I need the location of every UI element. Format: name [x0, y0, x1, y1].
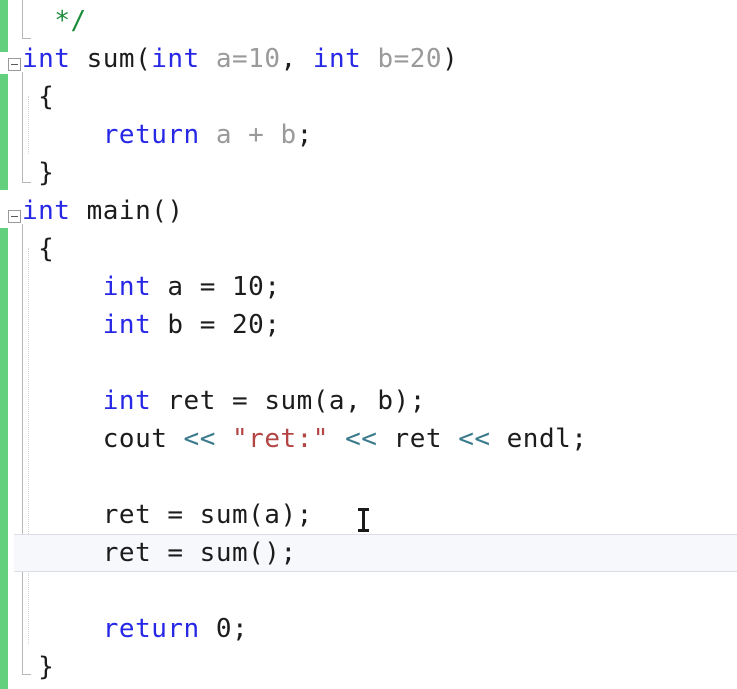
code-token: ret = sum(); — [22, 538, 297, 568]
code-token: << — [183, 424, 216, 454]
code-token: ret = sum(a); — [22, 500, 313, 530]
code-token: << — [345, 424, 378, 454]
ibeam-cap-bottom — [358, 529, 369, 532]
code-line[interactable]: int sum(int a=10, int b=20) — [0, 40, 737, 78]
code-token: << — [458, 424, 491, 454]
code-token: b = 20; — [151, 310, 281, 340]
code-line[interactable]: int b = 20; — [0, 306, 737, 344]
code-token: a — [215, 120, 233, 150]
code-line[interactable]: { — [0, 230, 737, 268]
code-token: b — [280, 120, 297, 150]
code-token: ret — [377, 424, 459, 454]
code-token: b=20 — [377, 44, 443, 74]
code-token: a = 10; — [151, 272, 281, 302]
code-token: int — [102, 386, 152, 416]
code-token: { — [22, 82, 55, 112]
code-line[interactable]: int ret = sum(a, b); — [0, 382, 737, 420]
code-line[interactable] — [0, 572, 737, 610]
code-line[interactable] — [0, 344, 737, 382]
code-line[interactable]: { — [0, 78, 737, 116]
code-line[interactable]: int main() — [0, 192, 737, 230]
code-line[interactable]: return 0; — [0, 610, 737, 648]
code-line[interactable]: } — [0, 648, 737, 686]
code-line[interactable]: ret = sum(); — [0, 534, 737, 572]
code-token: ) — [442, 44, 459, 74]
code-token: cout — [22, 424, 184, 454]
code-line[interactable]: return a + b; — [0, 116, 737, 154]
code-token: */ — [54, 6, 87, 36]
code-line[interactable]: } — [0, 154, 737, 192]
code-line[interactable] — [0, 458, 737, 496]
code-token: } — [22, 652, 55, 682]
ibeam-stem — [362, 510, 365, 530]
code-token: endl; — [490, 424, 588, 454]
code-token: a=10 — [215, 44, 281, 74]
code-token: ; — [296, 120, 313, 150]
code-token: 0; — [199, 614, 249, 644]
code-token: + — [248, 120, 265, 150]
code-token: return — [102, 614, 200, 644]
code-token: int — [102, 310, 152, 340]
code-token: sum( — [70, 44, 152, 74]
code-token: , — [280, 44, 313, 74]
code-token: int — [151, 44, 200, 74]
code-editor[interactable]: */int sum(int a=10, int b=20) { return a… — [0, 0, 737, 689]
mouse-ibeam-cursor — [358, 508, 369, 532]
code-token: { — [22, 234, 55, 264]
code-token: } — [22, 158, 55, 188]
code-token: return — [102, 120, 200, 150]
code-token: int — [22, 196, 71, 226]
code-token: int — [102, 272, 152, 302]
code-token: int — [312, 44, 362, 74]
code-token: ret = sum(a, b); — [151, 386, 426, 416]
code-line[interactable]: cout << "ret:" << ret << endl; — [0, 420, 737, 458]
code-text-area[interactable]: */int sum(int a=10, int b=20) { return a… — [0, 0, 737, 689]
code-token: int — [22, 44, 71, 74]
code-line[interactable]: int a = 10; — [0, 268, 737, 306]
code-line[interactable]: */ — [0, 2, 737, 40]
code-token: "ret:" — [232, 424, 329, 454]
code-token: main() — [70, 196, 184, 226]
